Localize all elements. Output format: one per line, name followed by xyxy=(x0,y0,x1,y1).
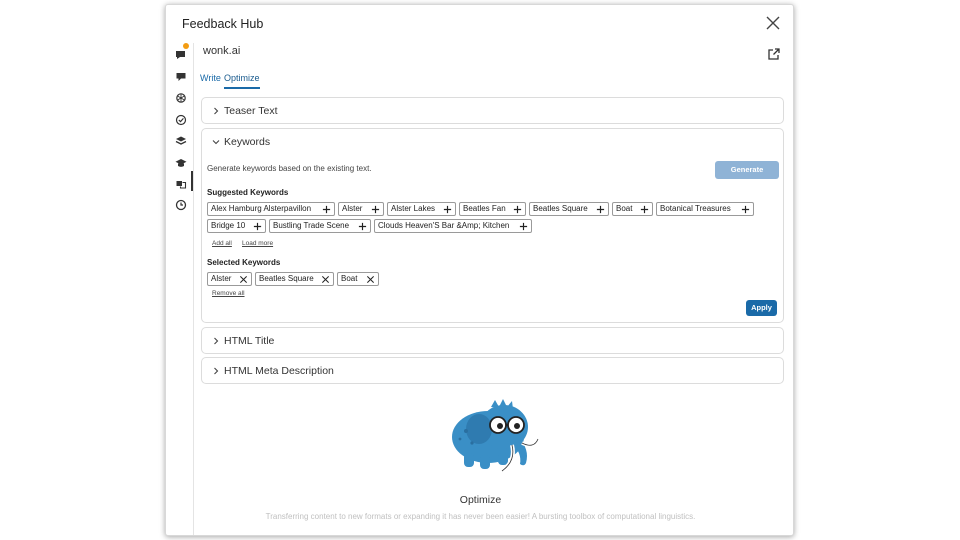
tab-optimize[interactable]: Optimize xyxy=(224,73,260,89)
remove-all-link[interactable]: Remove all xyxy=(212,290,245,297)
feedback-hub-panel: Feedback Hub wonk.ai Write Optimize Teas… xyxy=(165,4,794,536)
hub-title: Feedback Hub xyxy=(182,17,264,31)
optimize-description: Transferring content to new formats or e… xyxy=(265,512,696,521)
close-icon[interactable] xyxy=(764,14,782,32)
layers-icon[interactable] xyxy=(175,135,187,147)
suggested-keyword-chip[interactable]: Bustling Trade Scene xyxy=(269,219,371,233)
notification-dot xyxy=(183,43,189,49)
accordion-header-html-meta-description[interactable]: HTML Meta Description xyxy=(202,358,783,385)
plus-icon xyxy=(358,222,367,231)
load-more-link[interactable]: Load more xyxy=(242,240,273,247)
chevron-down-icon xyxy=(212,140,220,145)
apply-button[interactable]: Apply xyxy=(746,300,777,316)
plus-icon xyxy=(640,205,649,214)
accordion-label: Teaser Text xyxy=(224,105,278,117)
sidebar xyxy=(166,43,194,535)
plus-icon xyxy=(513,205,522,214)
suggested-keyword-chip[interactable]: Alex Hamburg Alsterpavillon xyxy=(207,202,335,216)
selected-keyword-chip: Boat xyxy=(337,272,379,286)
translate-icon[interactable] xyxy=(175,178,187,190)
plus-icon xyxy=(519,222,528,231)
remove-icon[interactable] xyxy=(366,275,375,284)
suggested-keyword-chip[interactable]: Boat xyxy=(612,202,653,216)
plus-icon xyxy=(253,222,262,231)
history-icon[interactable] xyxy=(175,199,187,211)
check-icon[interactable] xyxy=(175,114,187,126)
remove-icon[interactable] xyxy=(239,275,248,284)
plus-icon xyxy=(371,205,380,214)
suggested-keyword-chip[interactable]: Beatles Square xyxy=(529,202,609,216)
remove-icon[interactable] xyxy=(321,275,330,284)
openai-icon[interactable] xyxy=(175,92,187,104)
selected-keyword-chip: Beatles Square xyxy=(255,272,334,286)
suggested-keyword-chip[interactable]: Botanical Treasures xyxy=(656,202,754,216)
tab-write[interactable]: Write xyxy=(200,73,221,87)
suggested-keyword-chip[interactable]: Alster xyxy=(338,202,384,216)
accordion-label: HTML Title xyxy=(224,335,275,347)
graduation-cap-icon[interactable] xyxy=(175,157,187,169)
chevron-right-icon xyxy=(214,337,219,345)
add-all-link[interactable]: Add all xyxy=(212,240,232,247)
accordion-header-teaser-text[interactable]: Teaser Text xyxy=(202,98,783,125)
plus-icon xyxy=(443,205,452,214)
plus-icon xyxy=(322,205,331,214)
accordion-keywords: Keywords Generate keywords based on the … xyxy=(201,128,784,323)
chevron-right-icon xyxy=(214,367,219,375)
accordion-teaser-text: Teaser Text xyxy=(201,97,784,124)
external-link-icon[interactable] xyxy=(767,47,781,61)
selected-keyword-chip: Alster xyxy=(207,272,252,286)
suggested-keyword-chip[interactable]: Alster Lakes xyxy=(387,202,456,216)
suggested-keywords-label: Suggested Keywords xyxy=(207,188,289,197)
suggested-keyword-chip[interactable]: Clouds Heaven'S Bar &Amp; Kitchen xyxy=(374,219,532,233)
chat-icon[interactable] xyxy=(175,71,187,83)
accordion-label: HTML Meta Description xyxy=(224,365,334,377)
sidebar-active-indicator xyxy=(191,171,193,191)
accordion-label: Keywords xyxy=(224,136,271,148)
keywords-description: Generate keywords based on the existing … xyxy=(207,164,372,173)
mammoth-mascot-icon xyxy=(452,399,540,473)
chevron-right-icon xyxy=(214,107,219,115)
suggested-keyword-chip[interactable]: Bridge 10 xyxy=(207,219,266,233)
accordion-header-keywords[interactable]: Keywords xyxy=(202,129,783,156)
feedback-icon[interactable] xyxy=(175,49,187,61)
plus-icon xyxy=(596,205,605,214)
accordion-html-meta-description: HTML Meta Description xyxy=(201,357,784,384)
accordion-html-title: HTML Title xyxy=(201,327,784,354)
optimize-title: Optimize xyxy=(459,494,502,506)
suggested-keyword-chip[interactable]: Beatles Fan xyxy=(459,202,526,216)
plus-icon xyxy=(741,205,750,214)
brand-name: wonk.ai xyxy=(203,45,241,57)
selected-keywords-label: Selected Keywords xyxy=(207,258,281,267)
accordion-header-html-title[interactable]: HTML Title xyxy=(202,328,783,355)
generate-button[interactable]: Generate xyxy=(715,161,779,179)
